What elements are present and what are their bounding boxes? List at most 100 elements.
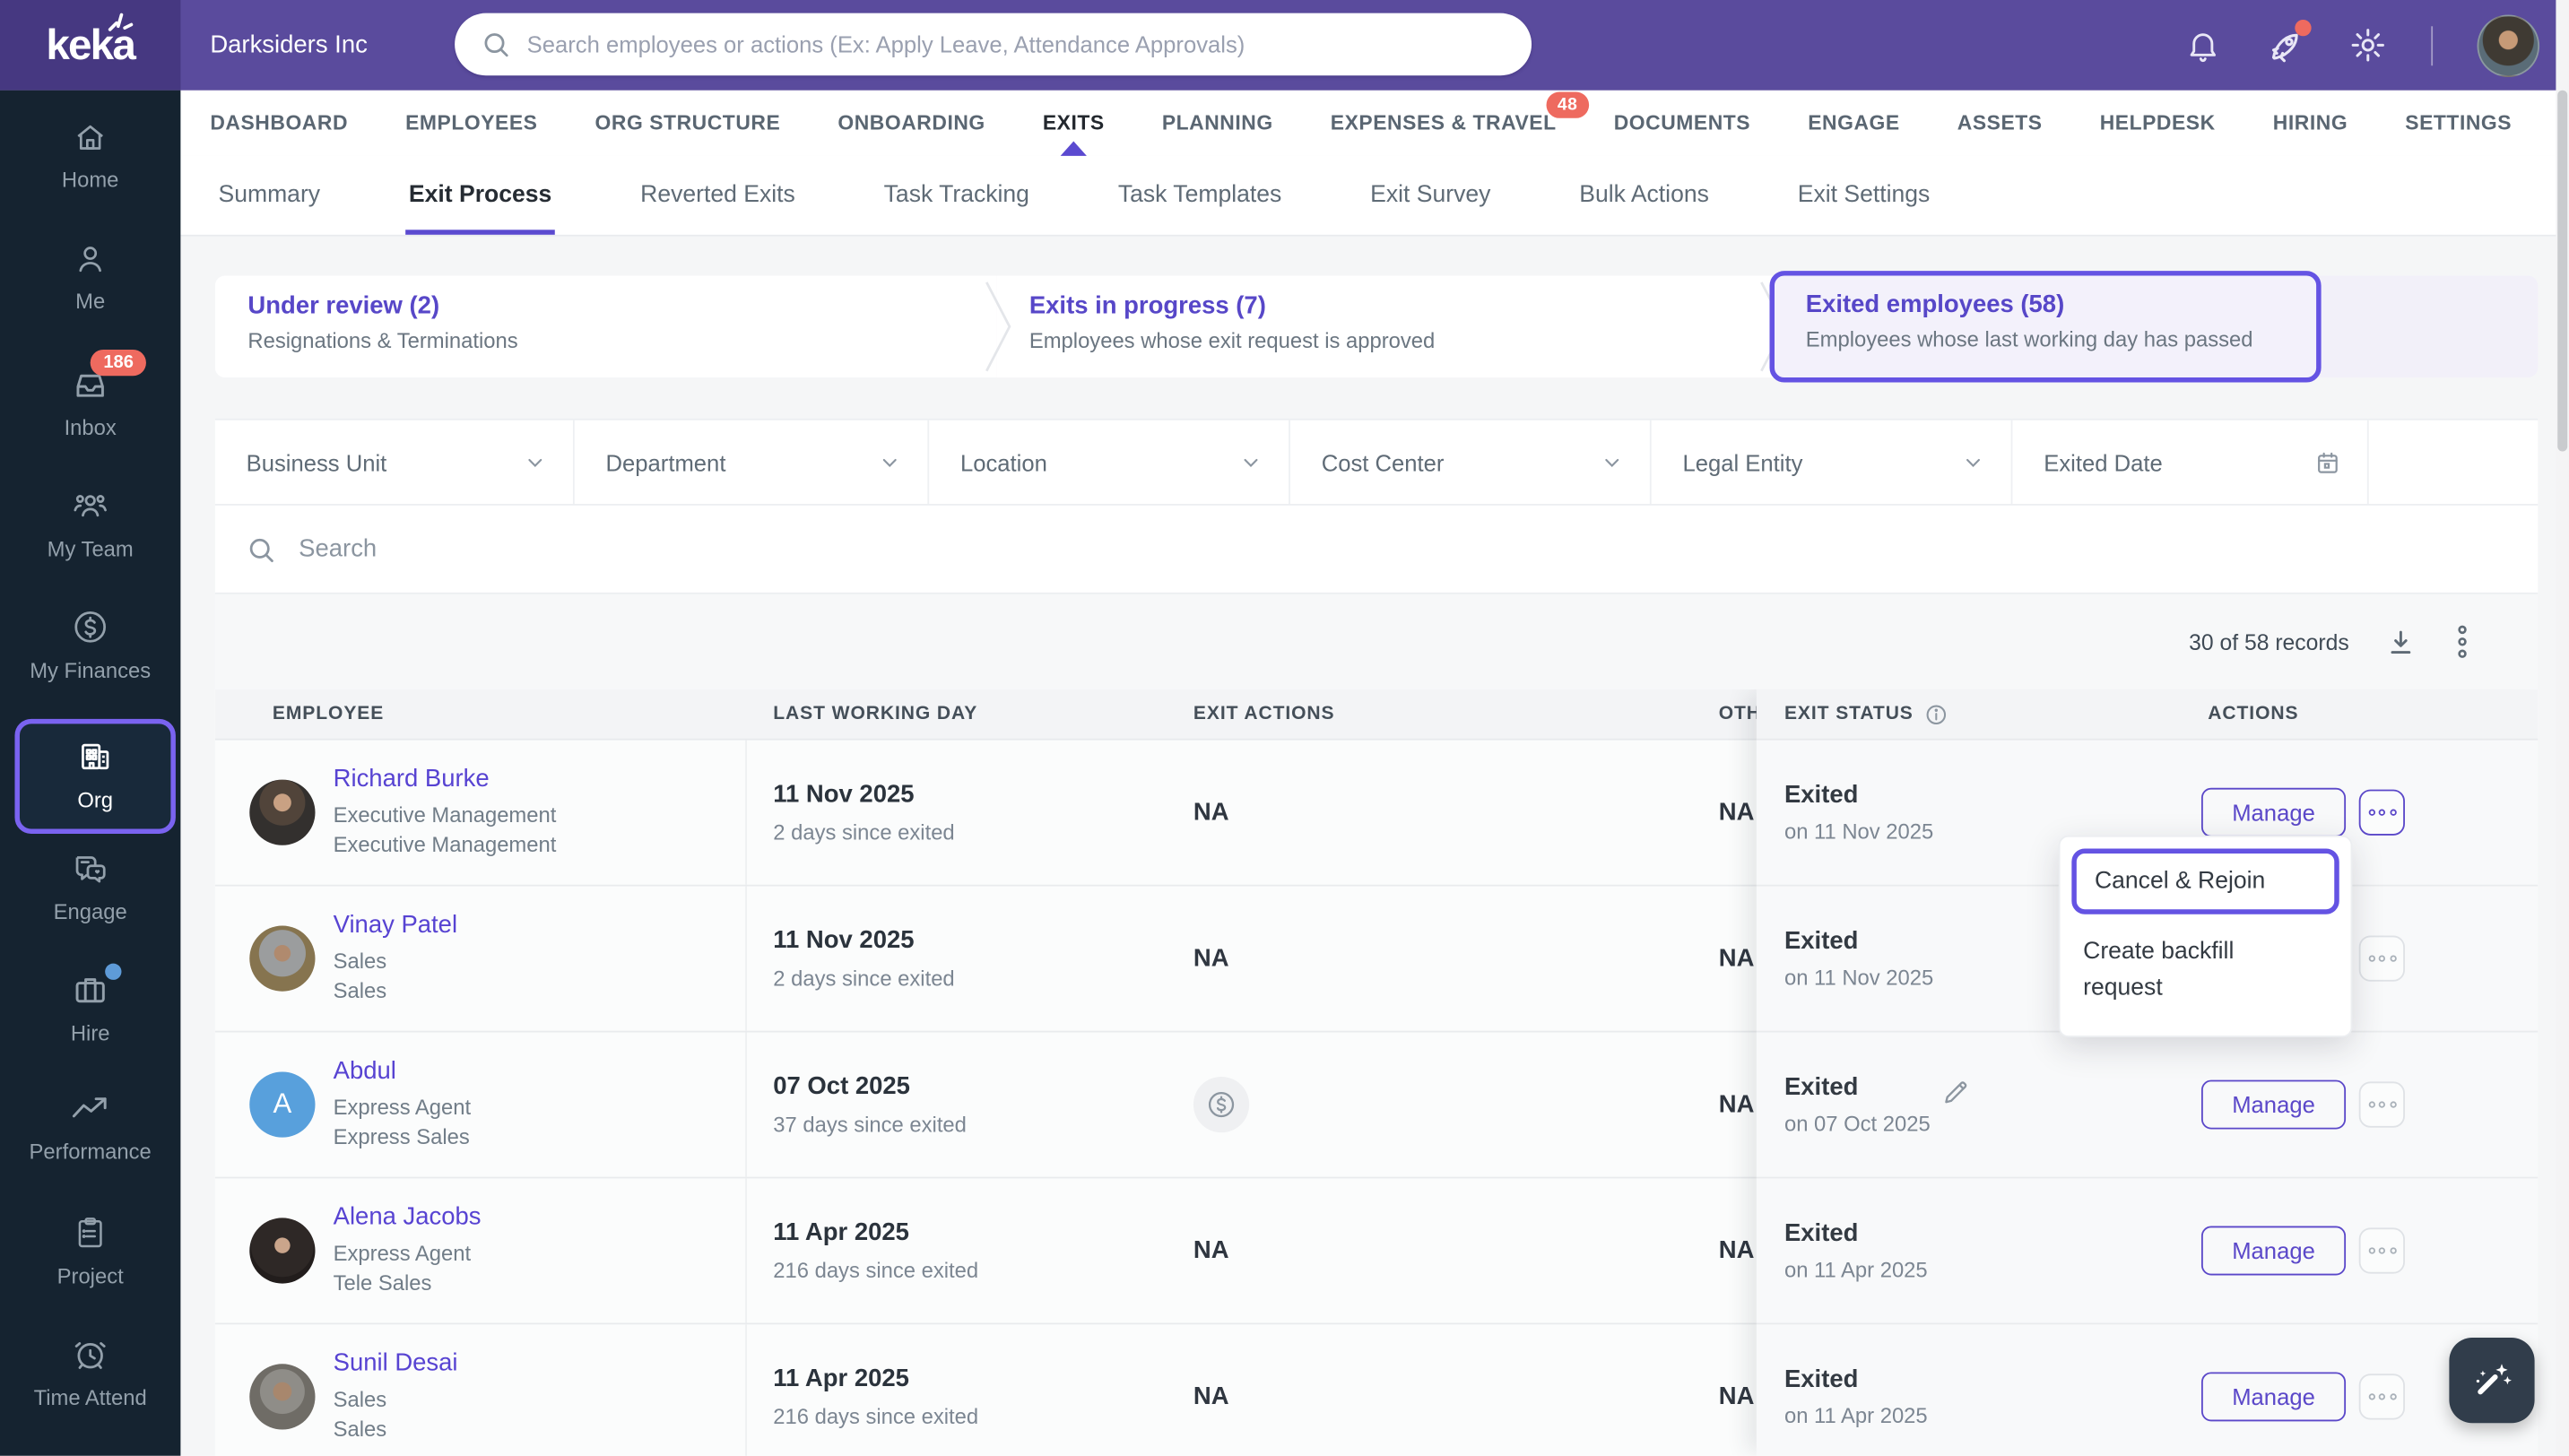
nav-tab-employees[interactable]: EMPLOYEES [405,111,537,134]
filter-department[interactable]: Department [575,420,930,505]
sidebar-item-hire[interactable]: Hire [0,963,180,1046]
table-search-input[interactable] [295,533,959,565]
whats-new-rocket-icon[interactable] [2265,19,2312,65]
nav-tab-expenses-travel[interactable]: EXPENSES & TRAVEL 48 [1331,91,1590,134]
employee-avatar [249,1364,316,1430]
row-more-actions-button[interactable] [2358,1227,2405,1274]
scrollbar-thumb[interactable] [2557,90,2568,452]
sidebar-item-performance[interactable]: Performance [0,1091,180,1164]
row-more-actions-button[interactable] [2358,1374,2405,1420]
nav-tab-exits[interactable]: EXITS [1043,111,1105,156]
nav-tab-org-structure[interactable]: ORG STRUCTURE [595,111,781,134]
filter-cost-center[interactable]: Cost Center [1290,420,1652,505]
employee-name-link[interactable]: Richard Burke [334,765,557,793]
status-date: on 11 Apr 2025 [1784,1403,1928,1428]
sidebar-item-my-team[interactable]: My Team [0,486,180,561]
download-icon[interactable] [2385,626,2417,657]
col-header-other: OTH [1718,704,1761,724]
popup-item-cancel-rejoin[interactable]: Cancel & Rejoin [2071,848,2339,914]
employee-dept: Sales [333,978,387,1003]
nav-tab-engage[interactable]: ENGAGE [1808,111,1899,134]
employee-cell: Sunil Desai Sales Sales [215,1324,747,1456]
employee-name-link[interactable]: Alena Jacobs [334,1203,482,1231]
info-icon[interactable] [1923,702,1948,726]
sidebar-item-home[interactable]: Home [0,120,180,192]
sidebar-item-label: Inbox [64,415,117,440]
global-search[interactable]: Search employees or actions (Ex: Apply L… [455,13,1532,76]
stage-card-exits-in-progress[interactable]: Exits in progress (7) Employees whose ex… [996,275,1775,378]
employee-dept: Express Sales [333,1124,470,1149]
sidebar-item-my-finances[interactable]: My Finances [0,607,180,683]
sidebar-item-label: My Team [47,536,134,562]
stage-card-under-review[interactable]: Under review (2) Resignations & Terminat… [214,275,997,378]
status-date: on 11 Nov 2025 [1784,965,1934,990]
sidebar-item-label: Org [77,787,114,813]
edit-exit-date-pencil-icon[interactable] [1940,1077,1972,1108]
manage-button[interactable]: Manage [2200,1079,2347,1130]
status-date: on 11 Nov 2025 [1784,819,1934,844]
sidebar-item-label: Hire [70,1020,110,1046]
employee-role: Sales [333,1386,387,1412]
nav-tab-helpdesk[interactable]: HELPDESK [2100,111,2216,134]
lwd-date: 11 Nov 2025 [773,780,915,809]
sidebar-item-me[interactable]: Me [0,241,180,314]
subtab-task-tracking[interactable]: Task Tracking [881,156,1033,235]
employee-name-link[interactable]: Vinay Patel [334,911,457,939]
other-cell: NA [1718,1382,1755,1411]
nav-tab-onboarding[interactable]: ONBOARDING [838,111,985,134]
filter-exited-date[interactable]: Exited Date [2012,420,2369,505]
nav-tab-hiring[interactable]: HIRING [2273,111,2348,134]
settings-gear-icon[interactable] [2349,26,2387,64]
subtab-reverted-exits[interactable]: Reverted Exits [638,156,799,235]
briefcase-icon [71,963,122,1010]
nav-tab-planning[interactable]: PLANNING [1162,111,1273,134]
settlement-dollar-icon[interactable] [1193,1076,1250,1133]
nav-tab-settings[interactable]: SETTINGS [2405,111,2512,134]
ai-assistant-wand-button[interactable] [2449,1338,2535,1424]
rocket-notification-dot [2295,19,2312,36]
nav-tab-documents[interactable]: DOCUMENTS [1614,111,1750,134]
row-more-actions-button[interactable] [2358,789,2405,836]
subtab-exit-process[interactable]: Exit Process [405,156,555,235]
subtab-exit-settings[interactable]: Exit Settings [1794,156,1933,235]
employee-name-link[interactable]: Sunil Desai [334,1349,458,1377]
subtab-bulk-actions[interactable]: Bulk Actions [1576,156,1713,235]
last-working-day-cell: 11 Nov 2025 2 days since exited [773,926,954,990]
filter-label: Business Unit [246,448,387,475]
filter-legal-entity[interactable]: Legal Entity [1652,420,2013,505]
notifications-bell-icon[interactable] [2185,27,2221,63]
filter-business-unit[interactable]: Business Unit [215,420,575,505]
status-text: Exited [1784,1219,1859,1248]
subtab-task-templates[interactable]: Task Templates [1115,156,1285,235]
table-options-kebab-icon[interactable] [2452,624,2472,660]
employee-name-link[interactable]: Abdul [334,1057,471,1085]
stage-title: Exits in progress (7) [1028,291,1266,320]
popup-item-create-backfill[interactable]: Create backfill request [2061,926,2304,1019]
people-icon [71,486,110,525]
manage-button[interactable]: Manage [2200,1372,2347,1422]
user-avatar[interactable] [2477,13,2540,77]
filter-location[interactable]: Location [929,420,1290,505]
trend-arrow-icon [69,1091,112,1127]
row-more-actions-button[interactable] [2358,1081,2405,1128]
sidebar-item-inbox[interactable]: 186 Inbox [0,349,180,440]
sidebar-item-org[interactable]: Org [14,718,176,834]
manage-button[interactable]: Manage [2200,1226,2347,1276]
exit-status-header-label: EXIT STATUS [1784,704,1914,724]
employee-cell: Richard Burke Executive Management Execu… [215,740,747,885]
sidebar-item-engage[interactable]: Engage [0,848,180,924]
col-header-exit-actions: EXIT ACTIONS [1193,704,1335,724]
row-more-actions-button[interactable] [2358,935,2405,982]
employee-role: Express Agent [333,1241,472,1266]
nav-tab-assets[interactable]: ASSETS [1957,111,2043,134]
sidebar-item-time-attend[interactable]: Time Attend [0,1334,180,1410]
sidebar-item-project[interactable]: Project [0,1213,180,1288]
subtab-summary[interactable]: Summary [215,156,324,235]
records-row: 30 of 58 records [214,594,2539,689]
expenses-badge: 48 [1546,91,1590,118]
subtab-exit-survey[interactable]: Exit Survey [1367,156,1494,235]
keka-logo[interactable]: keka [0,0,181,91]
manage-button[interactable]: Manage [2200,787,2347,837]
nav-tab-dashboard[interactable]: DASHBOARD [210,111,348,134]
stage-card-exited-employees[interactable]: Exited employees (58) Employees whose la… [1769,271,2322,383]
